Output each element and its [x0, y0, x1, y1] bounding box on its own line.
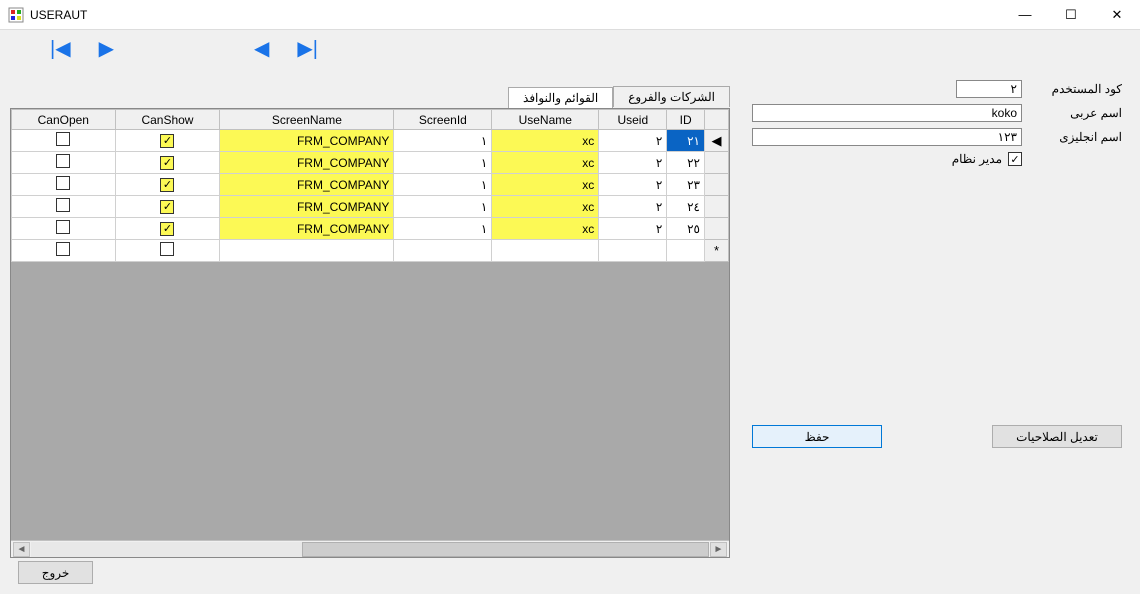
close-button[interactable]: ✕ [1094, 0, 1140, 30]
new-row[interactable]: * [12, 240, 729, 262]
user-code-label: كود المستخدم [1032, 82, 1122, 96]
grid-cell[interactable]: ٢٤ [667, 196, 705, 218]
grid-cell[interactable]: FRM_COMPANY [220, 130, 394, 152]
edit-permissions-button[interactable]: تعديل الصلاحيات [992, 425, 1122, 448]
app-icon [8, 7, 24, 23]
grid-cell[interactable]: ١ [394, 152, 492, 174]
grid-cell[interactable]: ٢٥ [667, 218, 705, 240]
grid-cell[interactable]: FRM_COMPANY [220, 174, 394, 196]
user-code-input[interactable] [956, 80, 1022, 98]
grid-cell[interactable]: xc [492, 152, 599, 174]
checkbox-cell[interactable] [12, 196, 116, 218]
table-row[interactable]: ✓FRM_COMPANY١xc٢٢٤ [12, 196, 729, 218]
checkbox-cell[interactable] [12, 240, 116, 262]
checkbox-cell[interactable]: ✓ [115, 130, 220, 152]
row-indicator: ◀ [705, 130, 729, 152]
is-admin-checkbox[interactable]: ✓ [1008, 152, 1022, 166]
grid-cell[interactable] [599, 240, 667, 262]
row-indicator [705, 174, 729, 196]
column-header[interactable]: ScreenName [220, 110, 394, 130]
grid-cell[interactable]: xc [492, 174, 599, 196]
grid-cell[interactable]: ١ [394, 130, 492, 152]
nav-prev-icon[interactable]: ◀ [254, 36, 269, 61]
checkbox-cell[interactable] [12, 218, 116, 240]
name-en-label: اسم انجليزى [1032, 130, 1122, 144]
checkbox-cell[interactable] [115, 240, 220, 262]
grid-cell[interactable]: ٢١ [667, 130, 705, 152]
grid-cell[interactable]: ٢ [599, 152, 667, 174]
name-ar-label: اسم عربى [1032, 106, 1122, 120]
grid-cell[interactable] [492, 240, 599, 262]
checkbox-cell[interactable] [12, 174, 116, 196]
row-indicator [705, 218, 729, 240]
grid-cell[interactable] [667, 240, 705, 262]
column-header[interactable]: CanShow [115, 110, 220, 130]
row-indicator [705, 152, 729, 174]
grid-cell[interactable]: ٢ [599, 196, 667, 218]
grid-cell[interactable]: ١ [394, 196, 492, 218]
table-row[interactable]: ✓FRM_COMPANY١xc٢٢٢ [12, 152, 729, 174]
grid-cell[interactable]: ١ [394, 174, 492, 196]
title-bar: USERAUT — ☐ ✕ [0, 0, 1140, 30]
nav-last-icon[interactable]: ▶| [297, 36, 318, 61]
grid-cell[interactable]: ٢ [599, 218, 667, 240]
nav-play-icon[interactable]: ▶ [99, 36, 114, 61]
checkbox-cell[interactable]: ✓ [115, 218, 220, 240]
column-header[interactable]: CanOpen [12, 110, 116, 130]
grid-cell[interactable]: xc [492, 218, 599, 240]
grid-cell[interactable]: FRM_COMPANY [220, 152, 394, 174]
tab-companies-branches[interactable]: الشركات والفروع [613, 86, 730, 107]
table-row[interactable]: ✓FRM_COMPANY١xc٢٢١◀ [12, 130, 729, 152]
grid-cell[interactable]: xc [492, 196, 599, 218]
grid-horizontal-scrollbar[interactable]: ◄ ► [11, 540, 729, 557]
column-header[interactable]: ID [667, 110, 705, 130]
grid-cell[interactable]: xc [492, 130, 599, 152]
is-admin-label: مدير نظام [952, 152, 1002, 166]
tab-strip: الشركات والفروع القوائم والنوافذ [10, 86, 730, 107]
maximize-button[interactable]: ☐ [1048, 0, 1094, 30]
record-navigator: |◀ ▶ ◀ ▶| [50, 36, 318, 61]
grid-cell[interactable]: FRM_COMPANY [220, 218, 394, 240]
scroll-left-icon[interactable]: ◄ [13, 542, 30, 557]
grid-cell[interactable]: FRM_COMPANY [220, 196, 394, 218]
user-form: كود المستخدم اسم عربى اسم انجليزى ✓ مدير… [752, 80, 1122, 166]
checkbox-cell[interactable] [12, 130, 116, 152]
window-title: USERAUT [30, 8, 87, 22]
checkbox-cell[interactable] [12, 152, 116, 174]
grid-cell[interactable]: ٢٣ [667, 174, 705, 196]
checkbox-cell[interactable]: ✓ [115, 174, 220, 196]
grid-cell[interactable]: ٢ [599, 174, 667, 196]
permissions-grid[interactable]: CanOpenCanShowScreenNameScreenIdUseNameU… [10, 108, 730, 558]
table-row[interactable]: ✓FRM_COMPANY١xc٢٢٥ [12, 218, 729, 240]
exit-button[interactable]: خروج [18, 561, 93, 584]
scroll-right-icon[interactable]: ► [710, 542, 727, 557]
column-header[interactable]: ScreenId [394, 110, 492, 130]
grid-cell[interactable]: ٢ [599, 130, 667, 152]
table-row[interactable]: ✓FRM_COMPANY١xc٢٢٣ [12, 174, 729, 196]
nav-first-icon[interactable]: |◀ [50, 36, 71, 61]
save-button[interactable]: حفظ [752, 425, 882, 448]
column-header[interactable]: Useid [599, 110, 667, 130]
grid-cell[interactable]: ٢٢ [667, 152, 705, 174]
grid-cell[interactable]: ١ [394, 218, 492, 240]
tab-menus-windows[interactable]: القوائم والنوافذ [508, 87, 613, 108]
name-en-input[interactable] [752, 128, 1022, 146]
grid-cell[interactable] [220, 240, 394, 262]
scroll-thumb[interactable] [302, 542, 709, 557]
row-header-column [705, 110, 729, 130]
minimize-button[interactable]: — [1002, 0, 1048, 30]
name-ar-input[interactable] [752, 104, 1022, 122]
row-indicator [705, 196, 729, 218]
checkbox-cell[interactable]: ✓ [115, 196, 220, 218]
grid-cell[interactable] [394, 240, 492, 262]
scroll-track[interactable] [31, 542, 709, 557]
checkbox-cell[interactable]: ✓ [115, 152, 220, 174]
column-header[interactable]: UseName [492, 110, 599, 130]
new-row-indicator: * [705, 240, 729, 262]
